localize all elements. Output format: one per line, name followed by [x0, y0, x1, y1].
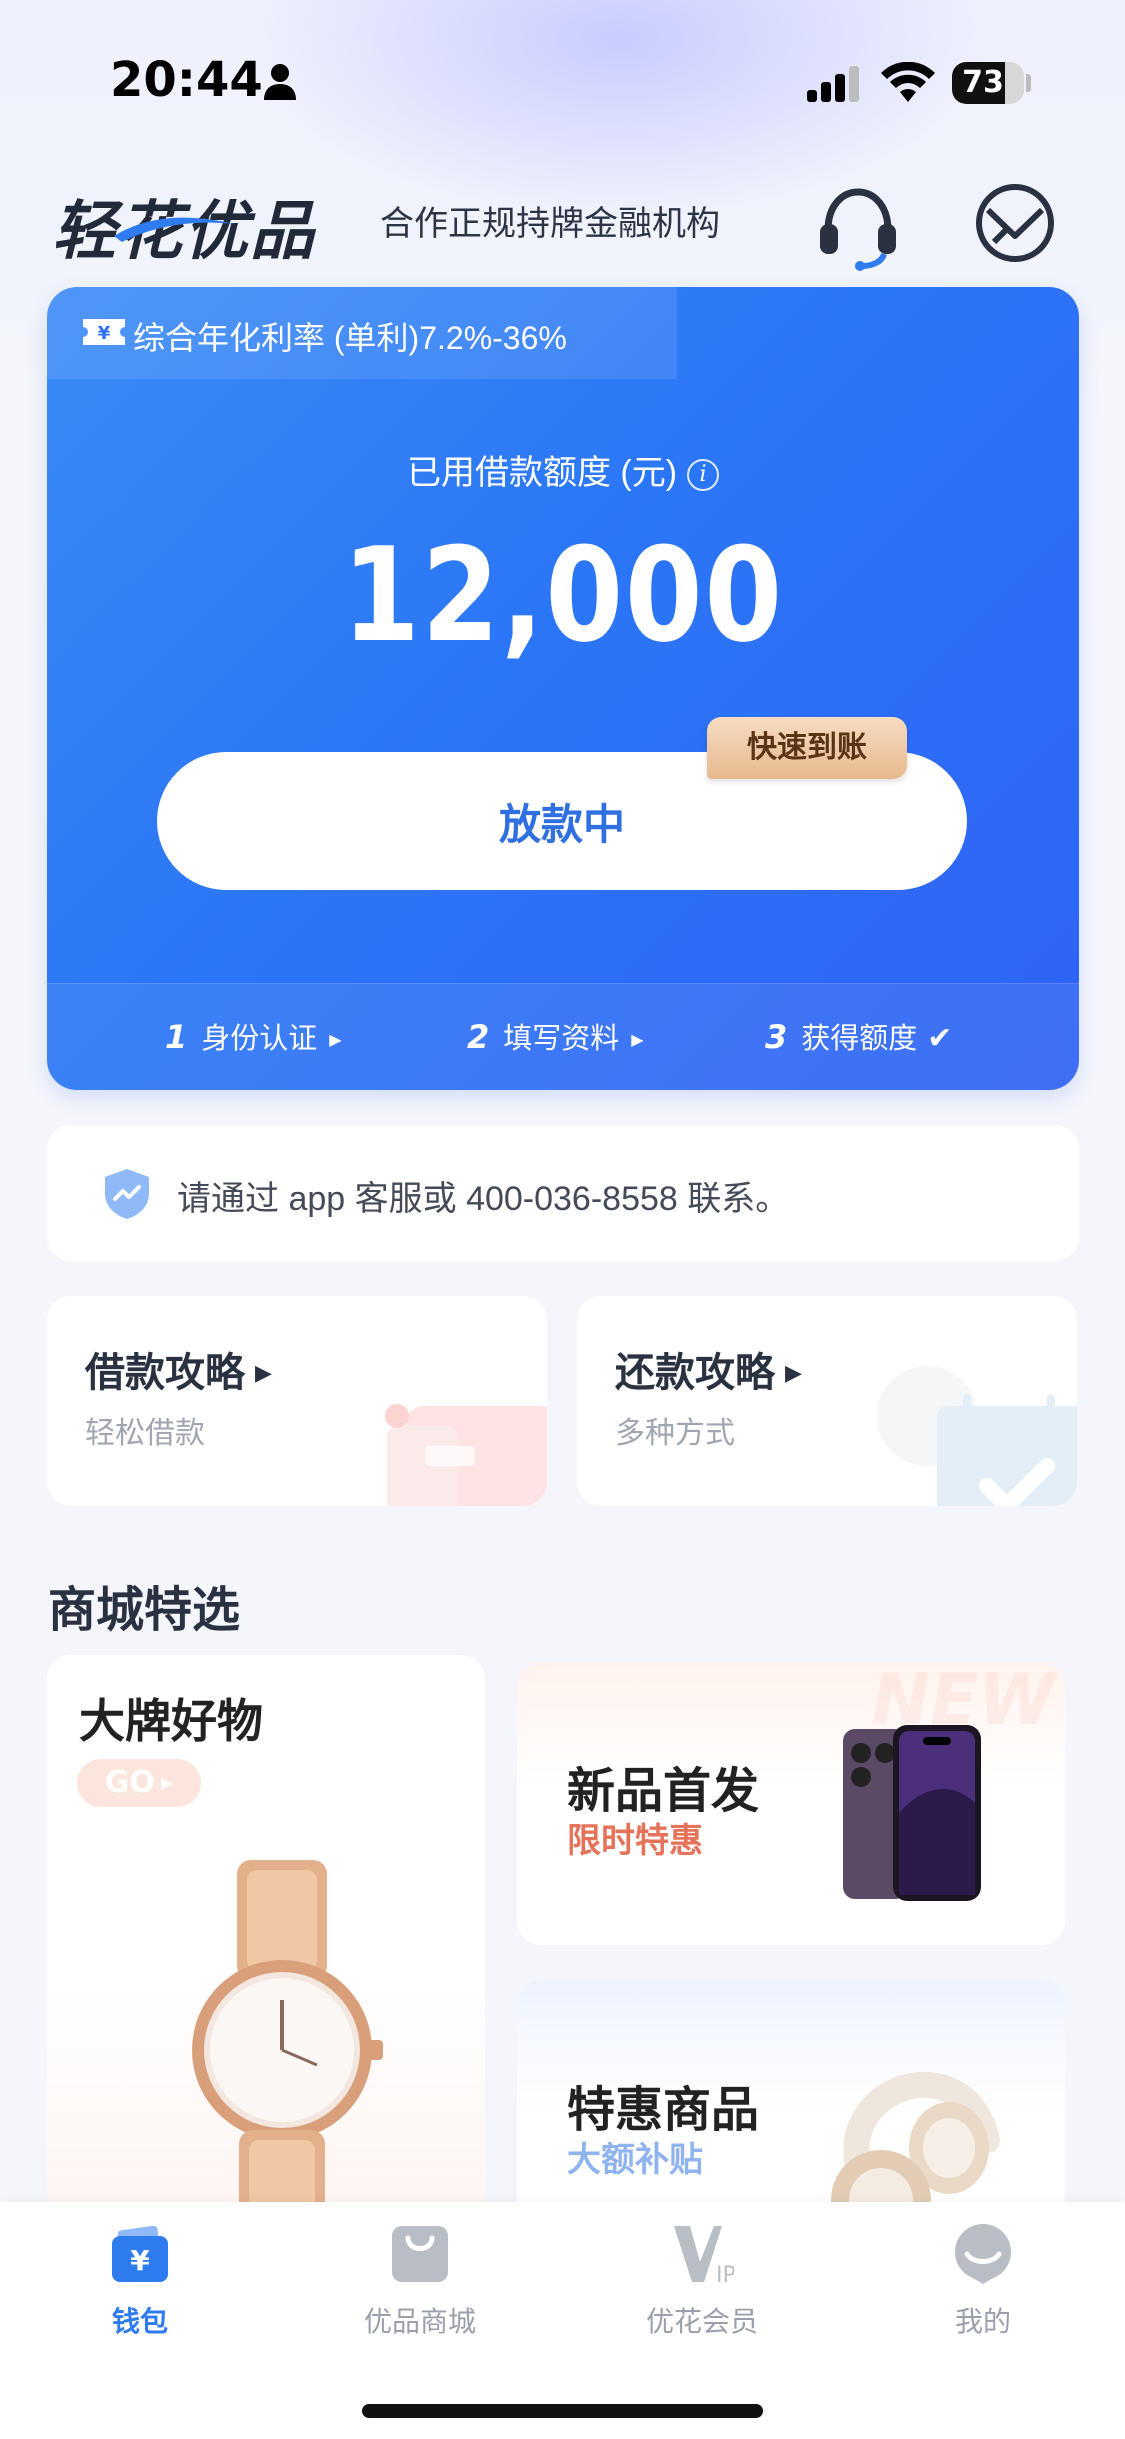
step-number: 3 — [765, 1018, 788, 1056]
special-offer-title: 特惠商品 — [567, 2084, 760, 2137]
status-time: 20:44 — [110, 52, 263, 108]
person-icon — [264, 64, 296, 100]
status-bar: 20:44 73 — [0, 0, 1125, 160]
step-label: 身份认证 — [201, 1023, 318, 1055]
tab-wallet-label: 钱包 — [111, 2306, 168, 2337]
wifi-icon — [881, 62, 935, 102]
used-credit-label: 已用借款额度 (元) i — [47, 445, 1079, 494]
rate-bar: ¥ 综合年化利率 (单利)7.2%-36% — [47, 287, 677, 379]
app-header: 轻花优品 合作正规持牌金融机构 — [0, 170, 1125, 280]
arrow-right-icon: ▶ — [255, 1360, 272, 1385]
battery-percent: 73 — [962, 65, 1004, 100]
tab-mall[interactable]: 优品商城 — [330, 2222, 510, 2352]
brand-goods-title: 大牌好物 — [79, 1695, 263, 1747]
tab-profile-label: 我的 — [954, 2306, 1011, 2337]
step-number: 2 — [467, 1018, 490, 1056]
message-icon[interactable] — [972, 180, 1058, 266]
tab-vip[interactable]: IP 优花会员 — [612, 2222, 792, 2352]
tab-wallet[interactable]: ¥ 钱包 — [50, 2222, 230, 2352]
repay-guide-card[interactable]: 还款攻略 ▶ 多种方式 — [577, 1296, 1077, 1506]
profile-icon — [955, 2224, 1011, 2284]
wallet-icon: ¥ — [112, 2225, 168, 2282]
tab-vip-label: 优花会员 — [645, 2306, 758, 2337]
borrow-guide-title: 借款攻略 ▶ — [85, 1340, 272, 1398]
used-credit-amount: 12,000 — [342, 519, 784, 671]
repay-guide-title-text: 还款攻略 — [615, 1351, 775, 1395]
borrow-guide-card[interactable]: 借款攻略 ▶ 轻松借款 — [47, 1296, 547, 1506]
phone-image — [843, 1725, 981, 1901]
wallet-illustration — [385, 1404, 547, 1506]
tab-profile[interactable]: 我的 — [893, 2222, 1073, 2352]
headset-icon[interactable] — [812, 180, 904, 272]
step-label: 获得额度 — [801, 1023, 918, 1055]
battery-indicator: 73 — [952, 62, 1024, 104]
arrow-right-icon: ▶ — [160, 1773, 174, 1792]
contact-notice: 请通过 app 客服或 400-036-8558 联系。 — [47, 1125, 1079, 1261]
step-arrow-icon: ▶ — [631, 1032, 644, 1049]
fast-arrival-badge: 快速到账 — [707, 717, 907, 779]
interest-rate-text: 综合年化利率 (单利)7.2%-36% — [133, 320, 567, 356]
home-indicator[interactable] — [362, 2404, 763, 2418]
brand-goods-card[interactable]: 大牌好物 GO ▶ — [47, 1655, 485, 2255]
shopping-bag-icon — [392, 2226, 448, 2282]
repay-guide-subtitle: 多种方式 — [615, 1417, 735, 1450]
repay-guide-title: 还款攻略 ▶ — [615, 1340, 802, 1398]
special-offer-subtitle: 大额补贴 — [567, 2141, 703, 2179]
shield-icon — [105, 1169, 149, 1219]
ticket-icon: ¥ — [83, 319, 125, 345]
new-arrival-subtitle: 限时特惠 — [567, 1822, 703, 1860]
step-credit: 3 获得额度 ✔ — [765, 984, 952, 1090]
svg-text:IP: IP — [716, 2263, 734, 2286]
svg-text:¥: ¥ — [98, 323, 111, 344]
battery-tip — [1026, 74, 1031, 92]
header-tagline: 合作正规持牌金融机构 — [380, 205, 720, 243]
new-arrival-card[interactable]: NEW 新品首发 限时特惠 — [517, 1663, 1065, 1945]
watch-image — [192, 1860, 383, 2250]
calendar-illustration — [877, 1366, 1077, 1506]
arrow-right-icon: ▶ — [785, 1360, 802, 1385]
go-button-label: GO — [104, 1765, 155, 1800]
progress-steps: 1 身份认证 ▶ 2 填写资料 ▶ 3 获得额度 ✔ — [47, 983, 1079, 1090]
vip-icon: IP — [674, 2226, 734, 2286]
signal-icon — [807, 66, 859, 102]
mall-section-title: 商城特选 — [48, 1584, 241, 1637]
tab-mall-label: 优品商城 — [363, 2306, 476, 2337]
step-info: 2 填写资料 ▶ — [467, 984, 644, 1090]
step-label: 填写资料 — [503, 1023, 620, 1055]
step-number: 1 — [165, 1018, 188, 1056]
svg-text:¥: ¥ — [130, 2244, 150, 2277]
new-arrival-title: 新品首发 — [567, 1765, 760, 1818]
contact-notice-text: 请通过 app 客服或 400-036-8558 联系。 — [177, 1180, 790, 1218]
step-arrow-icon: ▶ — [329, 1032, 342, 1049]
loan-card: ¥ 综合年化利率 (单利)7.2%-36% 已用借款额度 (元) i 12,000… — [47, 287, 1079, 1090]
checkmark-icon: ✔ — [927, 1022, 953, 1055]
logo-swoosh — [114, 217, 236, 242]
borrow-guide-subtitle: 轻松借款 — [85, 1417, 205, 1450]
borrow-guide-title-text: 借款攻略 — [85, 1351, 245, 1395]
step-identity: 1 身份认证 ▶ — [165, 984, 342, 1090]
go-button[interactable]: GO ▶ — [77, 1759, 201, 1807]
used-credit-label-text: 已用借款额度 (元) — [406, 454, 678, 492]
info-icon[interactable]: i — [687, 459, 720, 492]
